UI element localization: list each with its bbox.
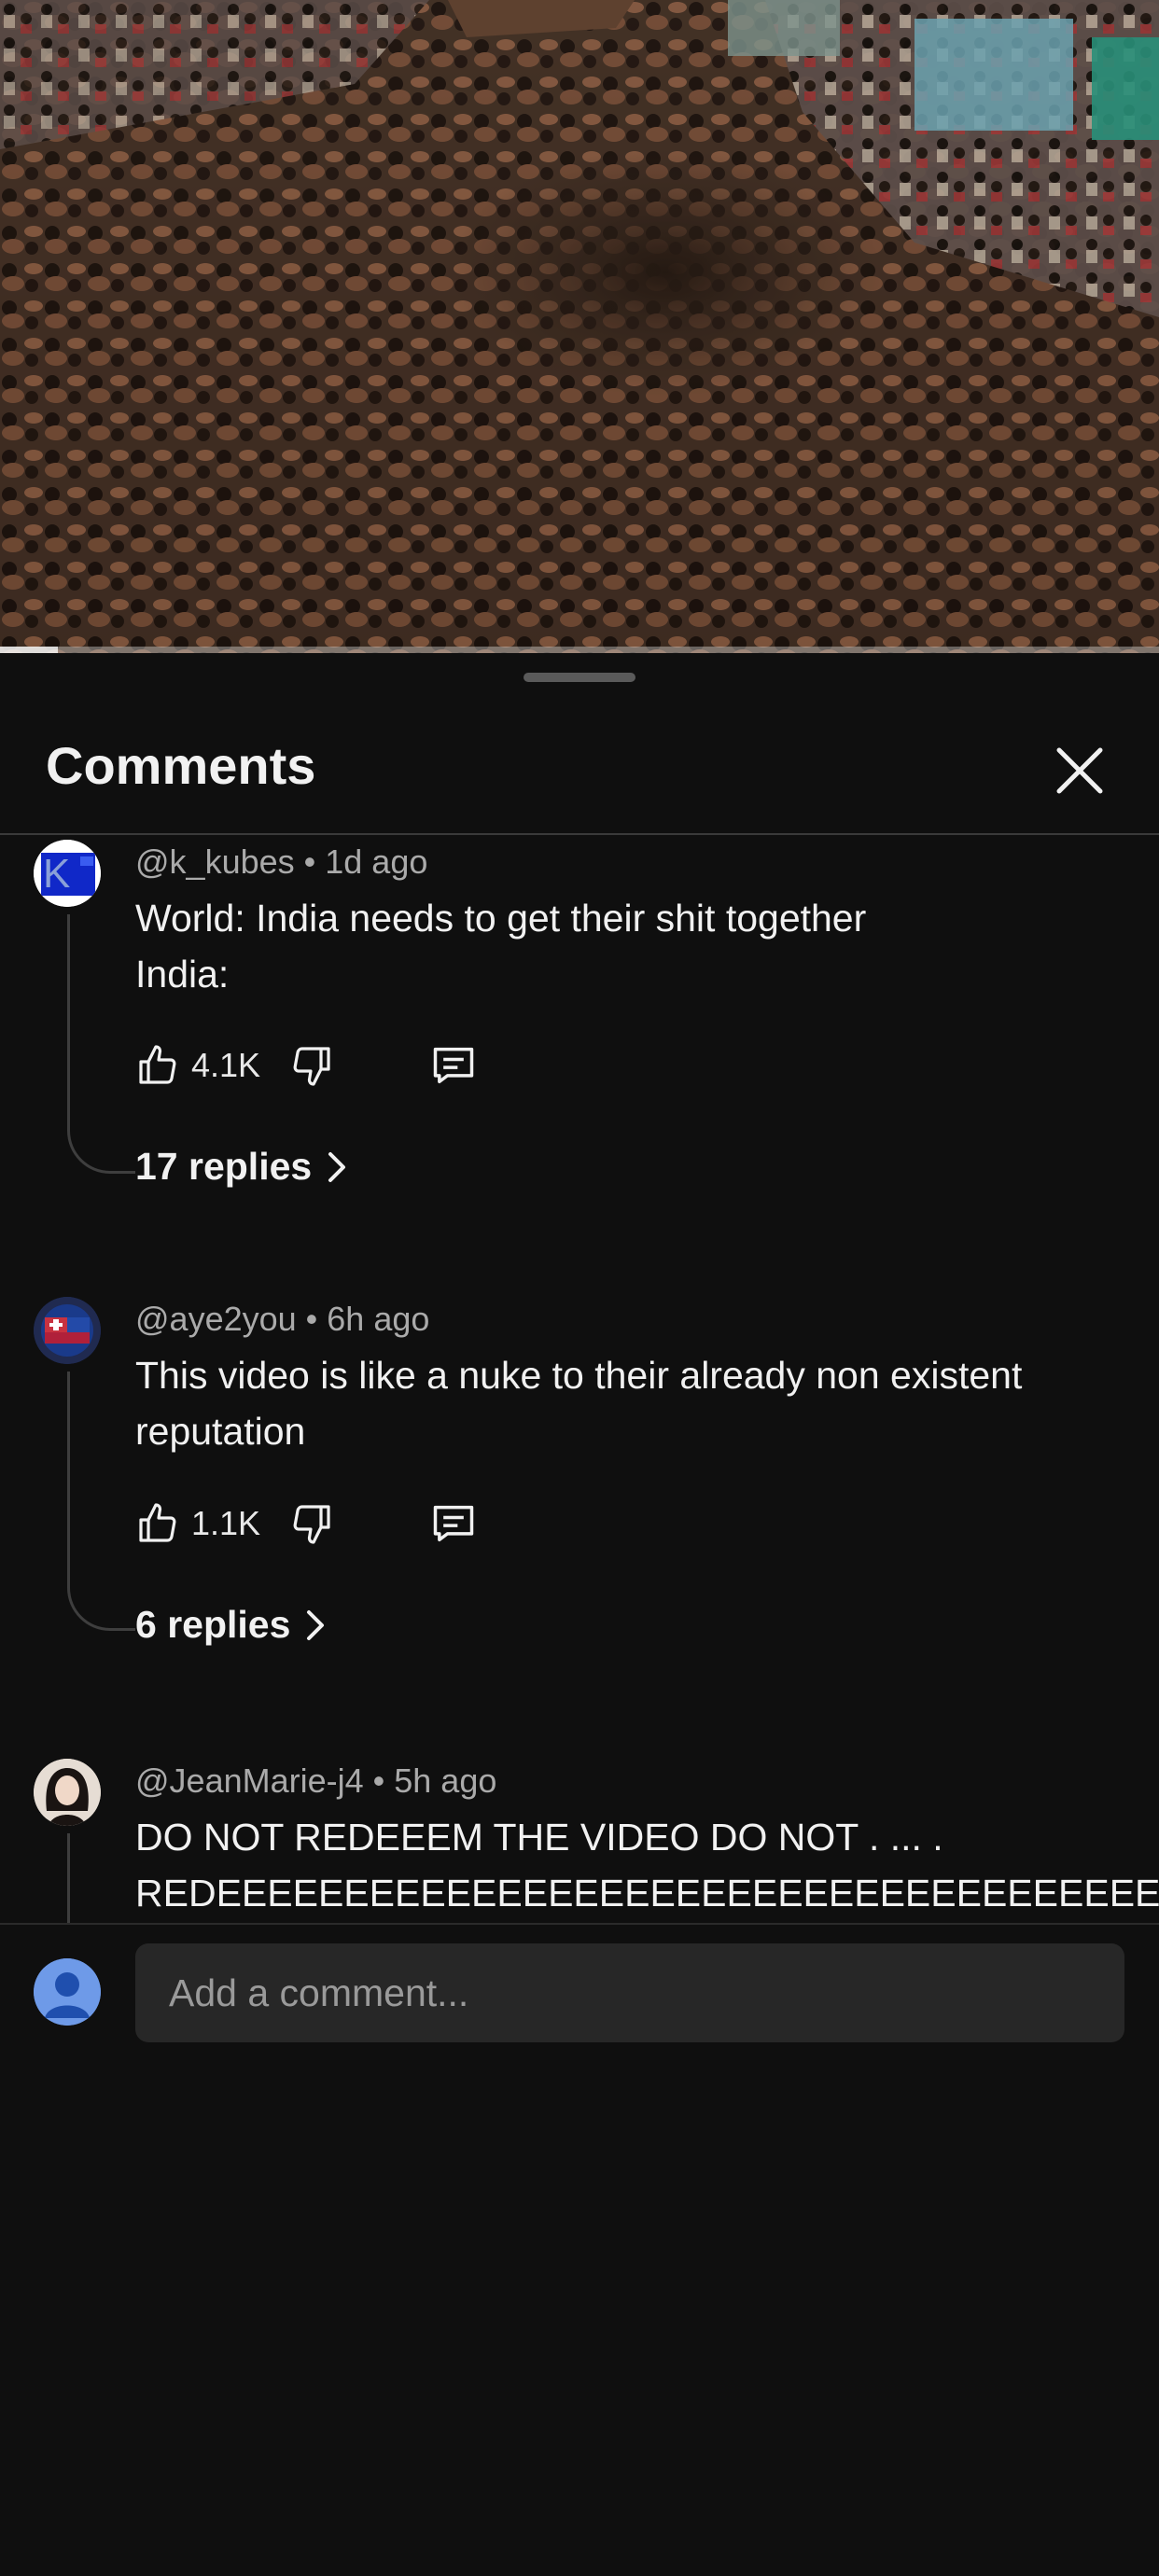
avatar[interactable]: K xyxy=(34,840,101,907)
comment-time: 6h ago xyxy=(327,1300,430,1338)
sheet-title: Comments xyxy=(46,736,316,795)
close-button[interactable] xyxy=(1052,743,1108,799)
reply-button[interactable] xyxy=(429,1037,478,1093)
chevron-right-icon xyxy=(328,1151,346,1182)
comment-author[interactable]: @aye2you xyxy=(135,1300,297,1338)
reply-icon xyxy=(433,1047,474,1084)
like-button[interactable]: 1.1K xyxy=(135,1496,260,1552)
replies-label: 17 replies xyxy=(135,1145,313,1188)
comment-composer xyxy=(0,1923,1159,2062)
video-progress-fill xyxy=(0,647,59,653)
comment-author[interactable]: @JeanMarie-j4 xyxy=(135,1761,364,1800)
replies-label: 6 replies xyxy=(135,1603,291,1646)
comments-sheet: Comments K @k_kubes • 1d ago World: Indi… xyxy=(0,653,1159,2060)
chevron-right-icon xyxy=(307,1609,325,1640)
comment-item: @aye2you • 6h ago This video is like a n… xyxy=(0,1297,1159,1745)
comment-author[interactable]: @k_kubes xyxy=(135,842,295,881)
avatar[interactable] xyxy=(34,1759,101,1826)
comment-input[interactable] xyxy=(135,1943,1124,2042)
comment-text: World: India needs to get their shit tog… xyxy=(135,897,867,996)
comment-time: 1d ago xyxy=(325,842,428,881)
dislike-button[interactable] xyxy=(289,1037,334,1093)
comment-item: K @k_kubes • 1d ago World: India needs t… xyxy=(0,835,1159,1283)
video-player[interactable] xyxy=(0,0,1159,653)
avatar-image xyxy=(34,1297,101,1364)
reply-button[interactable] xyxy=(429,1496,478,1552)
avatar-letter: K xyxy=(43,851,71,897)
comment-text: DO NOT REDEEEM THE VIDEO DO NOT . ... . … xyxy=(135,1816,1159,1915)
video-frame-image xyxy=(0,0,1159,653)
comment-meta: @JeanMarie-j4 • 5h ago xyxy=(135,1761,496,1801)
meta-separator: • xyxy=(372,1761,395,1800)
comment-text: This video is like a nuke to their alrea… xyxy=(135,1354,1033,1453)
comment-list[interactable]: K @k_kubes • 1d ago World: India needs t… xyxy=(0,835,1159,2576)
avatar-image xyxy=(34,1759,101,1826)
dislike-button[interactable] xyxy=(289,1496,334,1552)
comment-actions: 1.1K xyxy=(135,1496,695,1552)
comment-meta: @k_kubes • 1d ago xyxy=(135,842,427,882)
comment-meta: @aye2you • 6h ago xyxy=(135,1300,429,1339)
meta-separator: • xyxy=(303,842,326,881)
user-avatar-icon xyxy=(34,1958,101,2026)
reply-icon xyxy=(433,1505,474,1542)
thumbs-up-icon xyxy=(139,1503,176,1542)
like-count: 1.1K xyxy=(191,1504,261,1542)
comment-actions: 4.1K xyxy=(135,1037,695,1093)
like-count: 4.1K xyxy=(191,1046,261,1084)
thumbs-down-icon xyxy=(293,1047,330,1086)
thread-line xyxy=(67,914,135,1174)
close-icon xyxy=(1056,747,1103,794)
like-button[interactable]: 4.1K xyxy=(135,1037,260,1093)
video-progress-bar[interactable] xyxy=(0,647,1159,653)
thumbs-down-icon xyxy=(293,1505,330,1544)
user-avatar[interactable] xyxy=(34,1958,101,2026)
avatar[interactable] xyxy=(34,1297,101,1364)
thread-line xyxy=(67,1372,135,1631)
drag-handle[interactable] xyxy=(524,673,635,682)
view-replies-button[interactable]: 17 replies xyxy=(135,1145,349,1189)
meta-separator: • xyxy=(305,1300,328,1338)
comment-time: 5h ago xyxy=(394,1761,497,1800)
thumbs-up-icon xyxy=(139,1045,176,1084)
view-replies-button[interactable]: 6 replies xyxy=(135,1603,328,1647)
